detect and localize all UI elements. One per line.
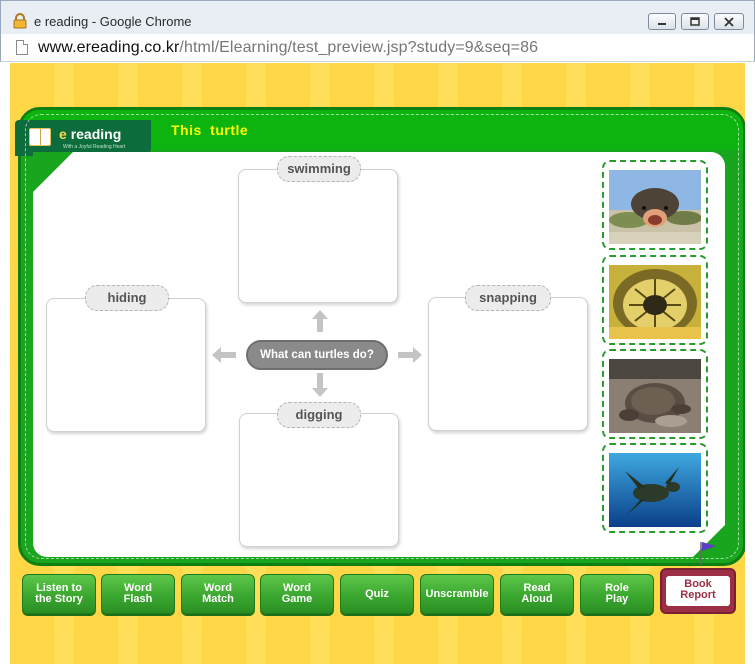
answer-box-snapping[interactable]: [428, 297, 588, 431]
minimize-icon: [658, 22, 666, 25]
page-content: e reading With a Joyful Reading Heart Th…: [10, 63, 745, 664]
turtle-digging-sand-photo: [609, 359, 701, 433]
logo-text: e reading: [59, 126, 122, 142]
label-snapping: snapping: [465, 285, 551, 311]
label-hiding: hiding: [85, 285, 169, 311]
window-title: e reading - Google Chrome: [34, 14, 192, 29]
close-button[interactable]: [714, 13, 744, 30]
word-flash-button[interactable]: Word Flash: [101, 574, 175, 614]
minimize-button[interactable]: [648, 13, 676, 30]
word-match-button[interactable]: Word Match: [181, 574, 255, 614]
label-swimming: swimming: [277, 156, 361, 182]
book-report-button[interactable]: Book Report: [660, 568, 736, 614]
page-icon: [16, 40, 28, 55]
arrow-down-icon: [312, 373, 328, 397]
book-logo-icon: [29, 128, 51, 146]
answer-box-swimming[interactable]: [238, 169, 398, 303]
word-game-button[interactable]: Word Game: [260, 574, 334, 614]
url-path: /html/Elearning/test_preview.jsp?study=9…: [179, 39, 539, 56]
maximize-icon: [690, 16, 700, 26]
arrow-left-icon: [212, 347, 236, 363]
maximize-button[interactable]: [681, 13, 709, 30]
answer-box-digging[interactable]: [239, 413, 399, 547]
lesson-title: This turtle: [171, 122, 249, 138]
read-aloud-button[interactable]: Read Aloud: [500, 574, 574, 614]
picture-card-2[interactable]: [602, 255, 708, 345]
address-bar[interactable]: www.ereading.co.kr/html/Elearning/test_p…: [0, 34, 755, 62]
listen-story-button[interactable]: Listen to the Story: [22, 574, 96, 614]
role-play-button[interactable]: Role Play: [580, 574, 654, 614]
arrow-right-icon: [398, 347, 422, 363]
ereading-logo: e reading With a Joyful Reading Heart: [15, 120, 151, 156]
center-question: What can turtles do?: [246, 340, 388, 370]
picture-card-3[interactable]: [602, 349, 708, 439]
picture-card-4[interactable]: [602, 443, 708, 533]
close-icon: [724, 16, 734, 27]
logo-subtitle: With a Joyful Reading Heart: [63, 144, 126, 150]
lock-icon: [13, 13, 27, 29]
url-text[interactable]: www.ereading.co.kr/html/Elearning/test_p…: [38, 39, 538, 57]
sea-turtle-swimming-photo: [609, 453, 701, 527]
flag-icon: [700, 542, 716, 565]
url-host: www.ereading.co.kr: [38, 39, 180, 56]
book-report-label: Book Report: [666, 576, 730, 606]
turtle-shell-underside-photo: [609, 265, 701, 339]
title-bar: e reading - Google Chrome: [0, 0, 755, 34]
unscramble-button[interactable]: Unscramble: [420, 574, 494, 614]
answer-box-hiding[interactable]: [46, 298, 206, 432]
arrow-up-icon: [312, 310, 328, 332]
turtle-mouth-open-photo: [609, 170, 701, 244]
picture-card-1[interactable]: [602, 160, 708, 250]
corner-decoration: [33, 152, 73, 192]
label-digging: digging: [277, 402, 361, 428]
quiz-button[interactable]: Quiz: [340, 574, 414, 614]
